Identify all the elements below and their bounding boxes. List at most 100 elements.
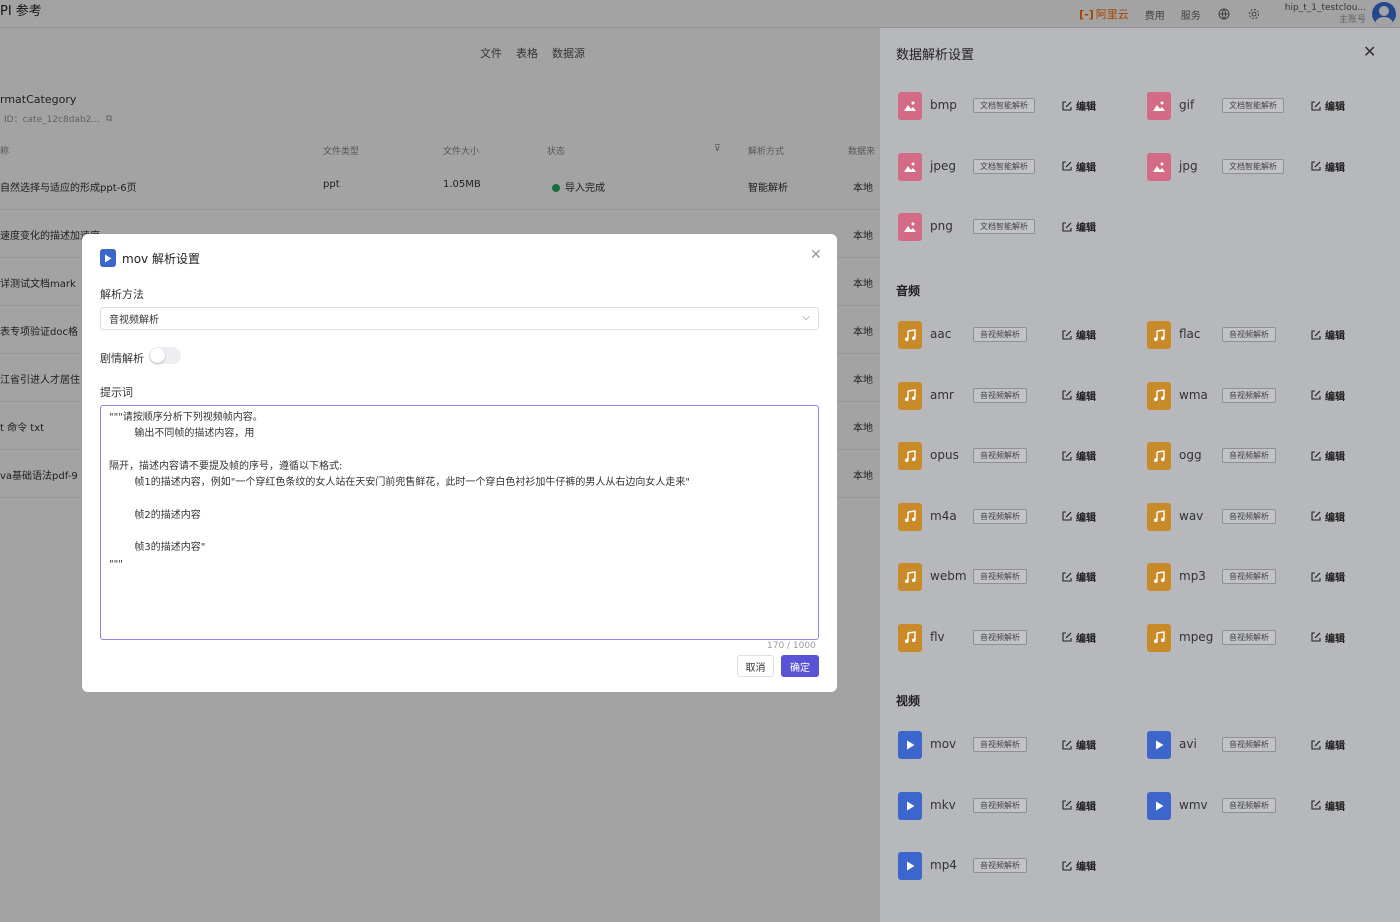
- format-card-wav: wav 音视频解析 编辑: [1133, 487, 1372, 544]
- edit-label: 编辑: [1076, 801, 1096, 813]
- format-ext: opus: [930, 448, 959, 462]
- edit-icon: [1062, 632, 1072, 642]
- close-icon[interactable]: ✕: [810, 247, 822, 263]
- parse-tag: 音视频解析: [973, 327, 1027, 342]
- audio-file-icon: [1147, 502, 1171, 531]
- format-card-amr: amr 音视频解析 编辑: [884, 366, 1123, 423]
- format-card-mp4: mp4 音视频解析 编辑: [884, 837, 1123, 893]
- format-card-flv: flv 音视频解析 编辑: [884, 608, 1123, 665]
- audio-file-icon: [898, 563, 922, 591]
- edit-button[interactable]: 编辑: [1311, 630, 1345, 645]
- format-card-png: png 文档智能解析 编辑: [884, 198, 1123, 254]
- video-file-icon: [1147, 791, 1171, 820]
- edit-button[interactable]: 编辑: [1062, 388, 1096, 403]
- format-ext: mp3: [1179, 569, 1206, 583]
- edit-button[interactable]: 编辑: [1311, 159, 1345, 174]
- edit-button[interactable]: 编辑: [1062, 98, 1096, 113]
- parse-tag: 音视频解析: [1222, 448, 1276, 463]
- chevron-down-icon: ⌵: [802, 312, 810, 323]
- edit-label: 编辑: [1325, 512, 1345, 524]
- edit-button[interactable]: 编辑: [1311, 569, 1345, 584]
- format-ext: wma: [1179, 387, 1208, 402]
- cancel-button[interactable]: 取消: [737, 655, 774, 677]
- format-ext: png: [930, 219, 953, 233]
- format-card-mkv: mkv 音视频解析 编辑: [884, 776, 1123, 833]
- edit-button[interactable]: 编辑: [1062, 737, 1096, 752]
- edit-label: 编辑: [1076, 633, 1096, 645]
- edit-icon: [1311, 450, 1321, 461]
- edit-button[interactable]: 编辑: [1311, 509, 1345, 524]
- format-ext: webm: [930, 569, 967, 583]
- edit-button[interactable]: 编辑: [1311, 737, 1345, 752]
- edit-icon: [1062, 860, 1072, 871]
- image-file-icon: [898, 152, 922, 181]
- format-ext: gif: [1179, 98, 1195, 112]
- edit-button[interactable]: 编辑: [1062, 219, 1096, 234]
- drawer-title: 数据解析设置: [896, 48, 975, 63]
- parse-tag: 音视频解析: [973, 737, 1027, 752]
- edit-button[interactable]: 编辑: [1062, 509, 1096, 524]
- format-card-mov: mov 音视频解析 编辑: [884, 716, 1123, 772]
- parse-tag: 音视频解析: [1222, 629, 1276, 645]
- edit-icon: [1062, 800, 1072, 810]
- edit-button[interactable]: 编辑: [1062, 630, 1096, 645]
- edit-button[interactable]: 编辑: [1062, 798, 1096, 813]
- edit-icon: [1311, 571, 1321, 582]
- confirm-button[interactable]: 确定: [781, 655, 819, 677]
- format-ext: ogg: [1179, 448, 1202, 462]
- format-card-webm: webm 音视频解析 编辑: [884, 548, 1123, 604]
- parse-tag: 音视频解析: [1222, 797, 1276, 813]
- parse-tag: 音视频解析: [1222, 387, 1276, 403]
- parse-tag: 音视频解析: [1222, 737, 1276, 752]
- edit-button[interactable]: 编辑: [1311, 448, 1345, 463]
- format-card-aac: aac 音视频解析 编辑: [884, 306, 1123, 362]
- edit-button[interactable]: 编辑: [1311, 798, 1345, 813]
- edit-icon: [1062, 739, 1072, 750]
- audio-file-icon: [898, 502, 922, 531]
- edit-label: 编辑: [1325, 741, 1345, 752]
- edit-button[interactable]: 编辑: [1311, 98, 1345, 113]
- parse-tag: 文档智能解析: [973, 219, 1035, 234]
- plot-parse-label: 剧情解析: [100, 352, 144, 365]
- edit-button[interactable]: 编辑: [1062, 327, 1096, 342]
- parse-settings-drawer: 数据解析设置 ✕ bmp 文档智能解析 编辑 gif 文档智能解析 编辑 jpeg 文档智能解…: [880, 28, 1400, 922]
- edit-icon: [1062, 511, 1072, 521]
- edit-button[interactable]: 编辑: [1062, 448, 1096, 463]
- edit-icon: [1062, 390, 1072, 400]
- edit-button[interactable]: 编辑: [1062, 858, 1096, 873]
- dialog-title: mov 解析设置: [122, 251, 200, 266]
- parse-tag: 文档智能解析: [1222, 98, 1284, 113]
- method-select[interactable]: 音视频解析 ⌵: [100, 307, 819, 330]
- plot-parse-toggle[interactable]: [149, 347, 181, 364]
- close-icon[interactable]: ✕: [1363, 42, 1376, 61]
- edit-icon: [1062, 571, 1072, 582]
- audio-file-icon: [1147, 623, 1171, 652]
- format-card-mpeg: mpeg 音视频解析 编辑: [1133, 608, 1372, 665]
- edit-button[interactable]: 编辑: [1062, 159, 1096, 174]
- edit-icon: [1311, 511, 1321, 521]
- image-file-icon: [1147, 92, 1171, 120]
- video-file-icon: [898, 852, 922, 880]
- edit-button[interactable]: 编辑: [1062, 569, 1096, 584]
- format-card-wmv: wmv 音视频解析 编辑: [1133, 776, 1372, 833]
- edit-icon: [1311, 800, 1321, 810]
- edit-button[interactable]: 编辑: [1311, 327, 1345, 342]
- edit-button[interactable]: 编辑: [1311, 388, 1345, 403]
- parse-tag: 音视频解析: [1222, 569, 1276, 584]
- edit-label: 编辑: [1325, 801, 1345, 813]
- edit-label: 编辑: [1076, 391, 1096, 403]
- method-label: 解析方法: [100, 288, 144, 301]
- parse-tag: 音视频解析: [973, 508, 1027, 524]
- format-ext: bmp: [930, 98, 957, 112]
- format-card-bmp: bmp 文档智能解析 编辑: [884, 77, 1123, 133]
- parse-tag: 音视频解析: [973, 387, 1027, 403]
- format-ext: wav: [1179, 508, 1204, 523]
- format-ext: avi: [1179, 737, 1197, 751]
- edit-icon: [1062, 450, 1072, 461]
- edit-label: 编辑: [1076, 452, 1096, 463]
- edit-icon: [1311, 390, 1321, 400]
- format-card-jpeg: jpeg 文档智能解析 编辑: [884, 137, 1123, 194]
- parse-tag: 文档智能解析: [973, 98, 1035, 113]
- format-card-avi: avi 音视频解析 编辑: [1133, 716, 1372, 772]
- prompt-textarea[interactable]: """请按顺序分析下列视频帧内容。 输出不同帧的描述内容，用 隔开，描述内容请不…: [100, 405, 819, 640]
